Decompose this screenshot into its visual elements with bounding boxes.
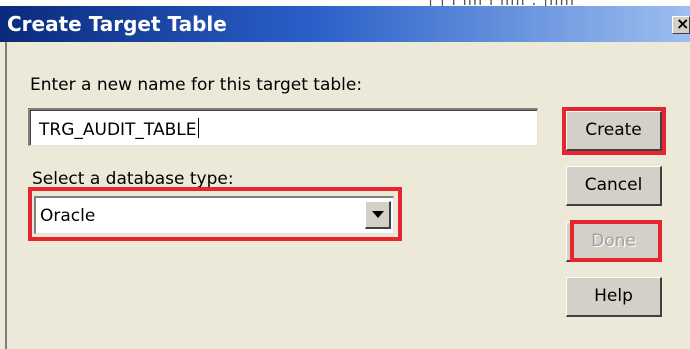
dialog-left-edge — [5, 42, 7, 349]
help-button[interactable]: Help — [566, 277, 662, 317]
dialog-title: Create Target Table — [7, 12, 227, 36]
name-prompt-label: Enter a new name for this target table: — [30, 75, 363, 95]
close-button[interactable]: × — [672, 16, 690, 34]
text-caret — [197, 118, 199, 138]
database-type-highlight — [28, 187, 402, 241]
table-name-input[interactable]: TRG_AUDIT_TABLE — [28, 108, 538, 146]
dialog-titlebar[interactable]: Create Target Table × — [0, 6, 690, 42]
done-button-highlight — [570, 220, 662, 262]
close-icon: × — [676, 16, 690, 33]
table-name-value: TRG_AUDIT_TABLE — [39, 118, 199, 140]
cancel-button[interactable]: Cancel — [566, 166, 662, 206]
create-button-highlight — [562, 107, 666, 155]
database-type-label: Select a database type: — [32, 169, 234, 189]
